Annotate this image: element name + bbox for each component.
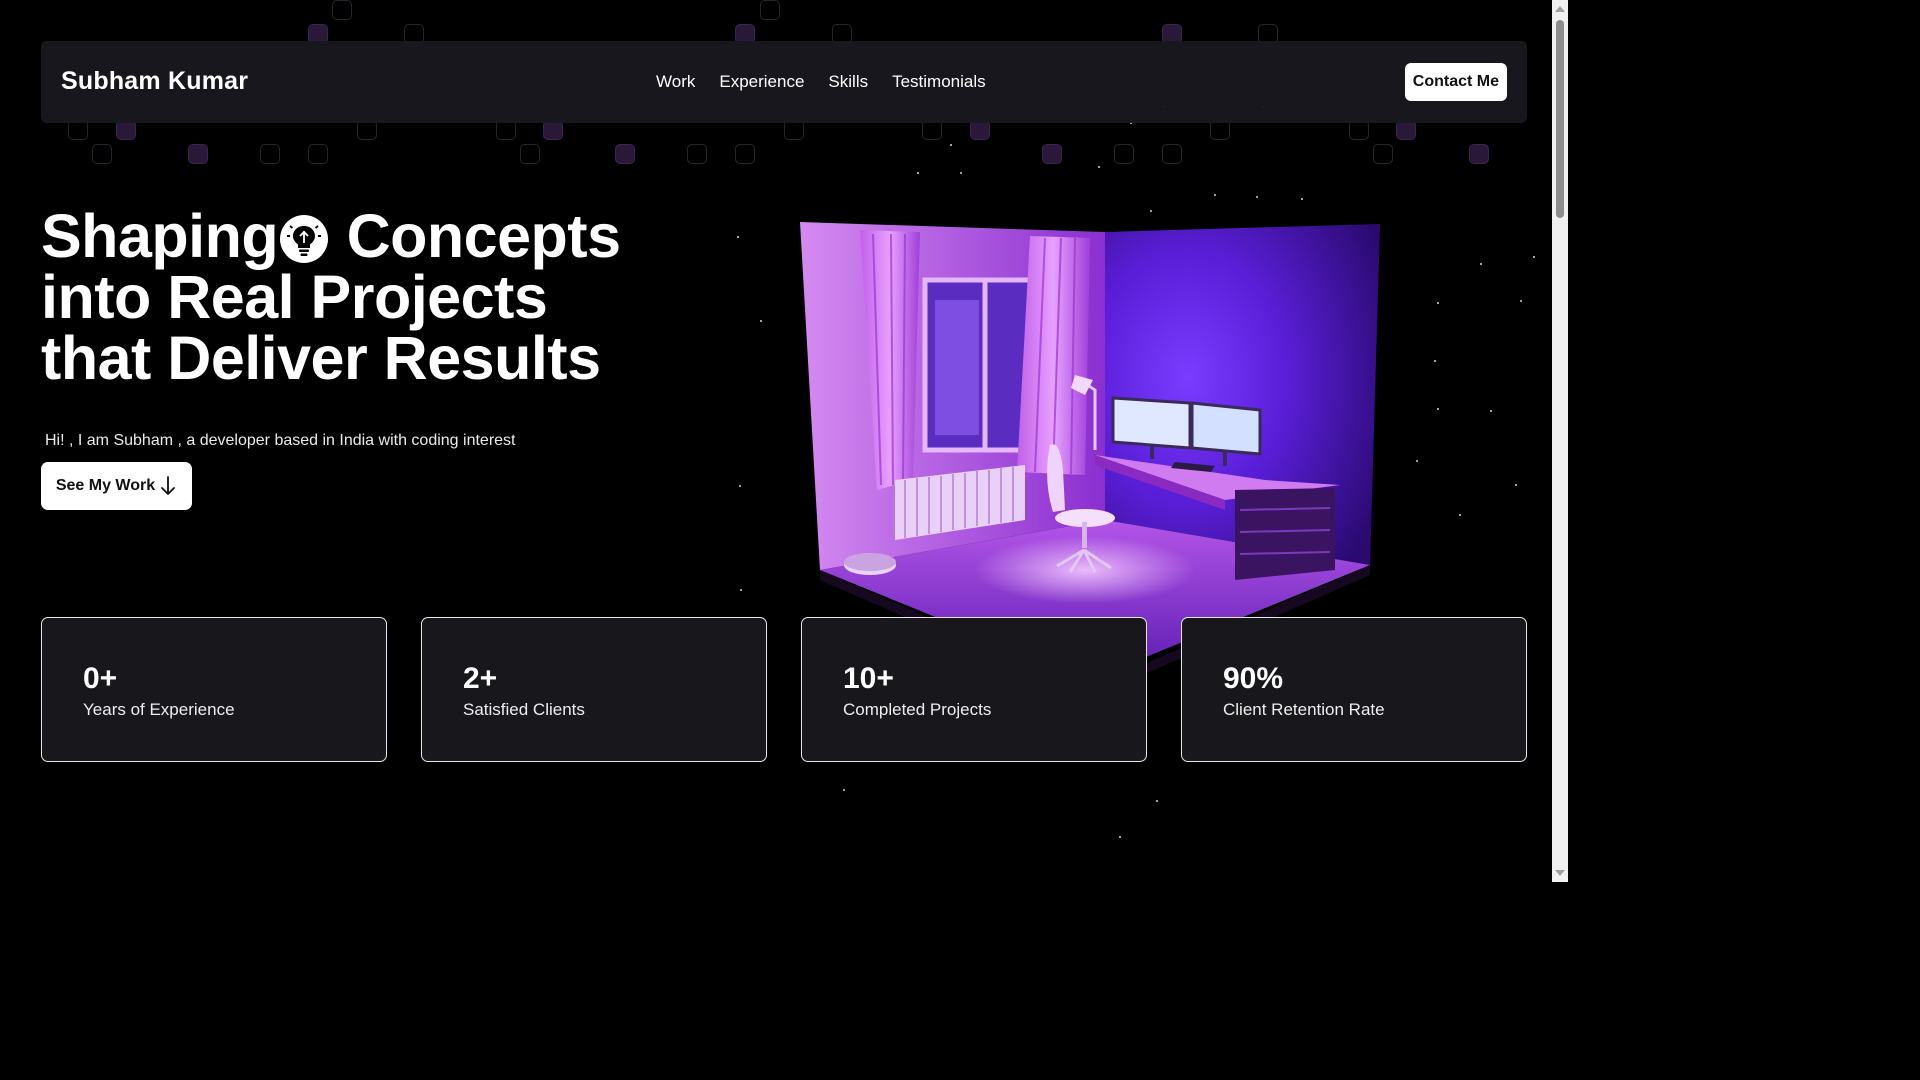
- stat-card-projects: 10+ Completed Projects: [801, 617, 1147, 762]
- see-my-work-label: See My Work: [55, 477, 156, 494]
- see-my-work-button[interactable]: See My Work: [41, 462, 192, 510]
- hero-title-word-2: Concepts: [346, 202, 621, 270]
- nav-links: Work Experience Skills Testimonials: [656, 72, 986, 92]
- navbar: Subham Kumar Work Experience Skills Test…: [41, 41, 1527, 123]
- scroll-up-arrow-icon[interactable]: [1555, 6, 1565, 12]
- stat-value: 10+: [843, 662, 894, 695]
- stat-value: 2+: [463, 662, 498, 695]
- vertical-scrollbar[interactable]: [1552, 0, 1568, 882]
- stat-card-retention: 90% Client Retention Rate: [1181, 617, 1527, 762]
- hero-subtitle: Hi! , I am Subham , a developer based in…: [45, 432, 516, 449]
- hero-title: Shaping Concepts into Real Projects that…: [41, 206, 761, 389]
- contact-me-button[interactable]: Contact Me: [1404, 63, 1507, 101]
- nav-link-experience[interactable]: Experience: [719, 72, 804, 92]
- stat-card-clients: 2+ Satisfied Clients: [421, 617, 767, 762]
- hero-title-line-3: that Deliver Results: [41, 324, 601, 392]
- arrow-down-icon: [161, 476, 176, 495]
- stat-label: Satisfied Clients: [463, 700, 585, 719]
- lightbulb-icon: [280, 215, 329, 263]
- page: Subham Kumar Work Experience Skills Test…: [0, 0, 1552, 882]
- stat-value: 0+: [83, 662, 118, 695]
- stat-value: 90%: [1223, 662, 1284, 695]
- stat-label: Completed Projects: [843, 700, 992, 719]
- nav-link-skills[interactable]: Skills: [828, 72, 868, 92]
- nav-link-work[interactable]: Work: [656, 72, 695, 92]
- nav-link-testimonials[interactable]: Testimonials: [892, 72, 986, 92]
- hero-title-line-2: into Real Projects: [41, 263, 548, 331]
- brand-name[interactable]: Subham Kumar: [61, 67, 248, 96]
- stat-label: Client Retention Rate: [1223, 700, 1385, 719]
- stat-label: Years of Experience: [83, 700, 235, 719]
- stat-card-experience: 0+ Years of Experience: [41, 617, 387, 762]
- hero-title-word-1: Shaping: [41, 202, 279, 270]
- scroll-down-arrow-icon[interactable]: [1555, 870, 1565, 876]
- scrollbar-thumb[interactable]: [1556, 20, 1564, 218]
